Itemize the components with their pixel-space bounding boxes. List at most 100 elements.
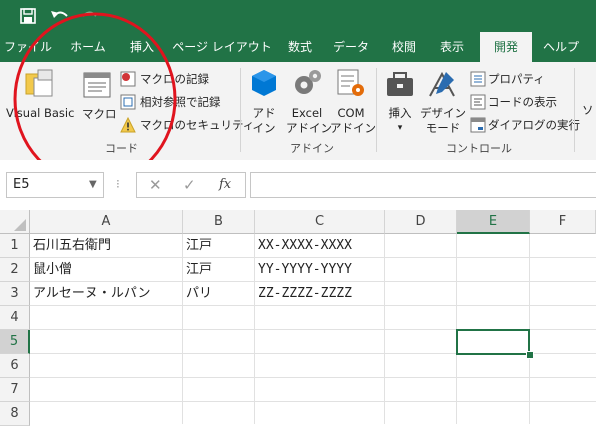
cell-c3[interactable]: ZZ-ZZZZ-ZZZZ — [258, 282, 352, 306]
cell-c1[interactable]: XX-XXXX-XXXX — [258, 234, 352, 258]
ribbon: Visual Basic マクロ マクロの記録 相対参照で記録 マクロのセキュリ… — [0, 62, 596, 161]
redo-icon[interactable] — [80, 7, 100, 25]
macro-security-button[interactable]: マクロのセキュリティ — [120, 116, 254, 134]
addins-button[interactable]: アド イン — [246, 66, 282, 136]
run-dialog-label: ダイアログの実行 — [488, 118, 580, 132]
toolbox-icon — [387, 72, 413, 96]
addins-label-1: アド — [252, 106, 276, 120]
fill-handle[interactable] — [526, 351, 534, 359]
addins-icon — [252, 70, 276, 96]
column-header-a[interactable]: A — [30, 210, 183, 234]
tab-page-layout[interactable]: ページ レイアウト — [166, 32, 278, 62]
visual-basic-button[interactable]: Visual Basic — [2, 66, 78, 130]
visual-basic-icon — [25, 69, 53, 97]
formula-input[interactable] — [250, 172, 596, 198]
select-all-icon — [14, 219, 26, 231]
column-header-c[interactable]: C — [255, 210, 385, 234]
row-header-8[interactable]: 8 — [0, 402, 30, 426]
row-header-5[interactable]: 5 — [0, 330, 30, 354]
name-box[interactable]: E5 ▼ — [6, 172, 104, 198]
more-icon: ⁝ — [116, 177, 120, 191]
group-separator — [240, 68, 241, 152]
chevron-down-icon: ▾ — [397, 123, 403, 133]
column-header-b[interactable]: B — [183, 210, 255, 234]
column-header-e[interactable]: E — [457, 210, 530, 234]
record-macro-icon — [120, 71, 136, 87]
view-code-icon — [470, 94, 486, 110]
warning-icon — [120, 117, 136, 133]
tab-view[interactable]: 表示 — [430, 32, 474, 62]
tab-formulas[interactable]: 数式 — [280, 32, 320, 62]
selected-cell-e5[interactable] — [456, 329, 530, 355]
select-all-corner[interactable] — [0, 210, 30, 234]
relative-reference-label: 相対参照で記録 — [140, 95, 221, 109]
com-addins-label-2: アドイン — [330, 121, 376, 135]
cell-a3[interactable]: アルセーヌ・ルパン — [33, 282, 151, 306]
com-addins-icon — [337, 69, 364, 96]
record-macro-button[interactable]: マクロの記録 — [120, 70, 230, 88]
controls-group-label: コントロール — [446, 142, 512, 155]
view-code-button[interactable]: コードの表示 — [470, 93, 560, 111]
com-addins-label-1: COM — [337, 106, 365, 120]
tab-insert[interactable]: 挿入 — [120, 32, 164, 62]
macros-icon — [83, 72, 111, 98]
title-bar — [0, 0, 596, 32]
save-icon[interactable] — [20, 8, 36, 24]
run-dialog-button[interactable]: ダイアログの実行 — [470, 116, 580, 134]
cell-b3[interactable]: パリ — [186, 282, 212, 306]
row-header-1[interactable]: 1 — [0, 234, 30, 258]
properties-icon — [470, 71, 486, 87]
cell-b2[interactable]: 江戸 — [186, 258, 212, 282]
relative-reference-icon — [120, 94, 136, 110]
excel-addins-label-1: Excel — [291, 106, 323, 120]
row-header-2[interactable]: 2 — [0, 258, 30, 282]
chevron-down-icon[interactable]: ▼ — [89, 173, 97, 197]
row-header-4[interactable]: 4 — [0, 306, 30, 330]
record-macro-label: マクロの記録 — [140, 72, 209, 86]
excel-addins-button[interactable]: Excel アドイン — [286, 66, 332, 136]
view-code-label: コードの表示 — [488, 95, 557, 109]
design-mode-button[interactable]: デザイン モード — [420, 66, 466, 136]
run-dialog-icon — [470, 117, 486, 133]
macro-security-label: マクロのセキュリティ — [140, 118, 255, 132]
excel-addins-label-2: アドイン — [286, 121, 332, 135]
insert-function-button[interactable]: fx — [219, 173, 231, 197]
group-separator — [574, 68, 575, 152]
row-header-6[interactable]: 6 — [0, 354, 30, 378]
column-header-f[interactable]: F — [530, 210, 596, 234]
cell-b1[interactable]: 江戸 — [186, 234, 212, 258]
row-header-3[interactable]: 3 — [0, 282, 30, 306]
ribbon-tab-bar: ファイル ホーム 挿入 ページ レイアウト 数式 データ 校閲 表示 開発 ヘル… — [0, 32, 596, 62]
tab-help[interactable]: ヘルプ — [536, 32, 586, 62]
design-mode-icon — [429, 71, 455, 97]
row-header-7[interactable]: 7 — [0, 378, 30, 402]
formula-buttons: ✕ ✓ fx — [136, 172, 246, 198]
cancel-icon[interactable]: ✕ — [149, 173, 162, 197]
relative-reference-button[interactable]: 相対参照で記録 — [120, 93, 234, 111]
group-separator — [376, 68, 377, 152]
undo-icon[interactable] — [50, 7, 70, 25]
enter-icon[interactable]: ✓ — [183, 173, 196, 197]
com-addins-button[interactable]: COM アドイン — [330, 66, 376, 136]
tab-data[interactable]: データ — [324, 32, 378, 62]
insert-control-label: 挿入 — [388, 106, 412, 120]
tab-file[interactable]: ファイル — [0, 32, 56, 62]
name-box-value: E5 — [13, 177, 30, 192]
tab-review[interactable]: 校閲 — [382, 32, 426, 62]
design-mode-label-1: デザイン — [420, 106, 466, 120]
cell-c2[interactable]: YY-YYYY-YYYY — [258, 258, 352, 282]
addins-group-label: アドイン — [290, 142, 334, 155]
gear-icon — [295, 70, 321, 94]
tab-developer[interactable]: 開発 — [480, 32, 532, 62]
next-group-partial-label: ソ — [582, 103, 594, 117]
formula-bar: E5 ▼ ⁝ ✕ ✓ fx — [0, 160, 596, 210]
properties-button[interactable]: プロパティ — [470, 70, 560, 88]
cell-a2[interactable]: 鼠小僧 — [33, 258, 72, 282]
tab-home[interactable]: ホーム — [58, 32, 118, 62]
insert-control-button[interactable]: 挿入 ▾ — [380, 66, 420, 136]
macros-button[interactable]: マクロ — [80, 66, 117, 130]
visual-basic-label: Visual Basic — [6, 106, 75, 120]
cell-a1[interactable]: 石川五右衛門 — [33, 234, 111, 258]
column-header-d[interactable]: D — [385, 210, 457, 234]
properties-label: プロパティ — [488, 72, 545, 86]
